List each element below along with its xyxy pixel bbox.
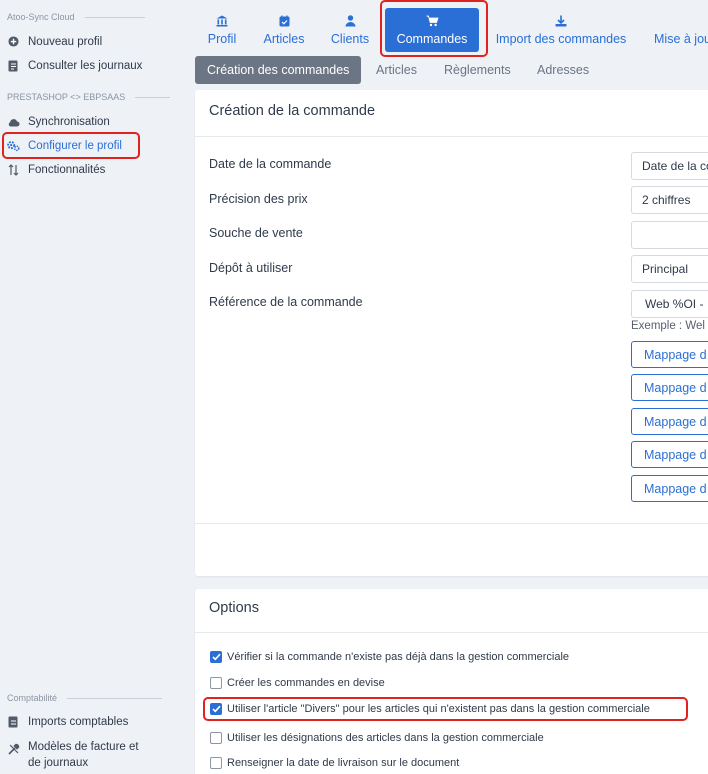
option-label: Créer les commandes en devise [227,677,385,689]
subtab-reglements[interactable]: Règlements [432,56,523,84]
mapping-button-4[interactable]: Mappage d [631,441,708,468]
sidebar-section-atoo: Atoo-Sync Cloud [7,12,145,22]
sidebar-item-imports-comptables[interactable]: Imports comptables [7,715,128,728]
tab-label: Clients [330,32,370,46]
tools-icon [7,742,20,755]
download-icon [555,14,567,28]
sidebar-item-modeles-facture[interactable]: Modèles de facture et de journaux [7,739,139,771]
sidebar: Atoo-Sync Cloud Nouveau profil Consulter… [0,0,175,774]
option-label: Vérifier si la commande n'existe pas déj… [227,651,570,663]
subtab-articles[interactable]: Articles [364,56,429,84]
tab-import-commandes[interactable]: Import des commandes [492,8,630,52]
reference-example: Exemple : Wel [631,320,705,332]
sidebar-item-consulter-journaux[interactable]: Consulter les journaux [7,59,142,72]
sidebar-item-synchronisation[interactable]: Synchronisation [7,115,110,128]
option-verifier-commande[interactable]: Vérifier si la commande n'existe pas déj… [210,651,569,663]
tab-clients[interactable]: Clients [326,8,374,52]
checkbox-unchecked[interactable] [210,732,222,744]
field-label-souche: Souche de vente [209,226,303,240]
field-label-date: Date de la commande [209,157,332,171]
option-commandes-devise[interactable]: Créer les commandes en devise [210,677,385,689]
subtab-creation-commandes[interactable]: Création des commandes [195,56,362,84]
sidebar-item-label: Synchronisation [28,115,110,128]
mapping-button-2[interactable]: Mappage d [631,374,708,401]
sidebar-section-prestashop: PRESTASHOP <> EBPSAAS [7,92,170,102]
tab-label: Import des commandes [495,32,627,46]
precision-prix-select[interactable]: 2 chiffres [631,186,708,214]
import-icon [7,715,20,728]
depot-select[interactable]: Principal [631,255,708,283]
tab-label: Mise à jou [654,32,708,46]
mapping-button-1[interactable]: Mappage d [631,341,708,368]
option-label: Renseigner la date de livraison sur le d… [227,757,460,769]
souche-vente-select[interactable] [631,221,708,249]
card-divider [195,136,708,137]
journal-icon [7,59,20,72]
arrows-updown-icon [7,163,20,176]
reference-commande-input[interactable]: Web %OI - [631,290,708,318]
field-label-depot: Dépôt à utiliser [209,261,293,275]
highlight-commandes-tab [380,0,488,57]
user-icon [345,14,356,28]
date-commande-select[interactable]: Date de la co [631,152,708,180]
bank-icon [216,14,228,28]
checkbox-unchecked[interactable] [210,677,222,689]
sidebar-item-label: Consulter les journaux [28,59,143,72]
mapping-button-3[interactable]: Mappage d [631,408,708,435]
field-label-precision: Précision des prix [209,192,308,206]
card-divider [195,632,708,633]
sidebar-item-label-line2: de journaux [28,757,89,769]
tab-label: Profil [207,32,237,46]
subtab-adresses[interactable]: Adresses [525,56,601,84]
creation-card: Création de la commande Date de la comma… [195,90,708,576]
sidebar-item-label: Imports comptables [28,715,129,728]
sidebar-item-nouveau-profil[interactable]: Nouveau profil [7,35,102,48]
card-title: Options [209,600,259,616]
tab-mise-a-jour[interactable]: Mise à jou [654,8,708,52]
option-label: Utiliser les désignations des articles d… [227,732,544,744]
plus-circle-icon [7,35,20,48]
checkbox-unchecked[interactable] [210,757,222,769]
highlight-configurer-profil [2,132,140,159]
sidebar-item-label: Nouveau profil [28,35,103,48]
option-designations-articles[interactable]: Utiliser les désignations des articles d… [210,732,544,744]
highlight-article-divers [203,697,688,721]
field-label-reference: Référence de la commande [209,295,363,309]
tab-label: Articles [263,32,305,46]
sidebar-item-label: Modèles de facture et [28,741,139,753]
sidebar-item-fonctionnalites[interactable]: Fonctionnalités [7,163,105,176]
cloud-sync-icon [7,115,20,128]
tab-articles[interactable]: Articles [258,8,310,52]
mapping-button-5[interactable]: Mappage d [631,475,708,502]
sidebar-section-comptabilite: Comptabilité [7,693,162,703]
calendar-icon [279,14,290,28]
tab-profil[interactable]: Profil [200,8,244,52]
checkbox-checked[interactable] [210,651,222,663]
card-title: Création de la commande [209,103,376,119]
card-footer-divider [195,523,708,524]
sidebar-item-label: Fonctionnalités [28,163,106,176]
option-date-livraison[interactable]: Renseigner la date de livraison sur le d… [210,757,459,769]
